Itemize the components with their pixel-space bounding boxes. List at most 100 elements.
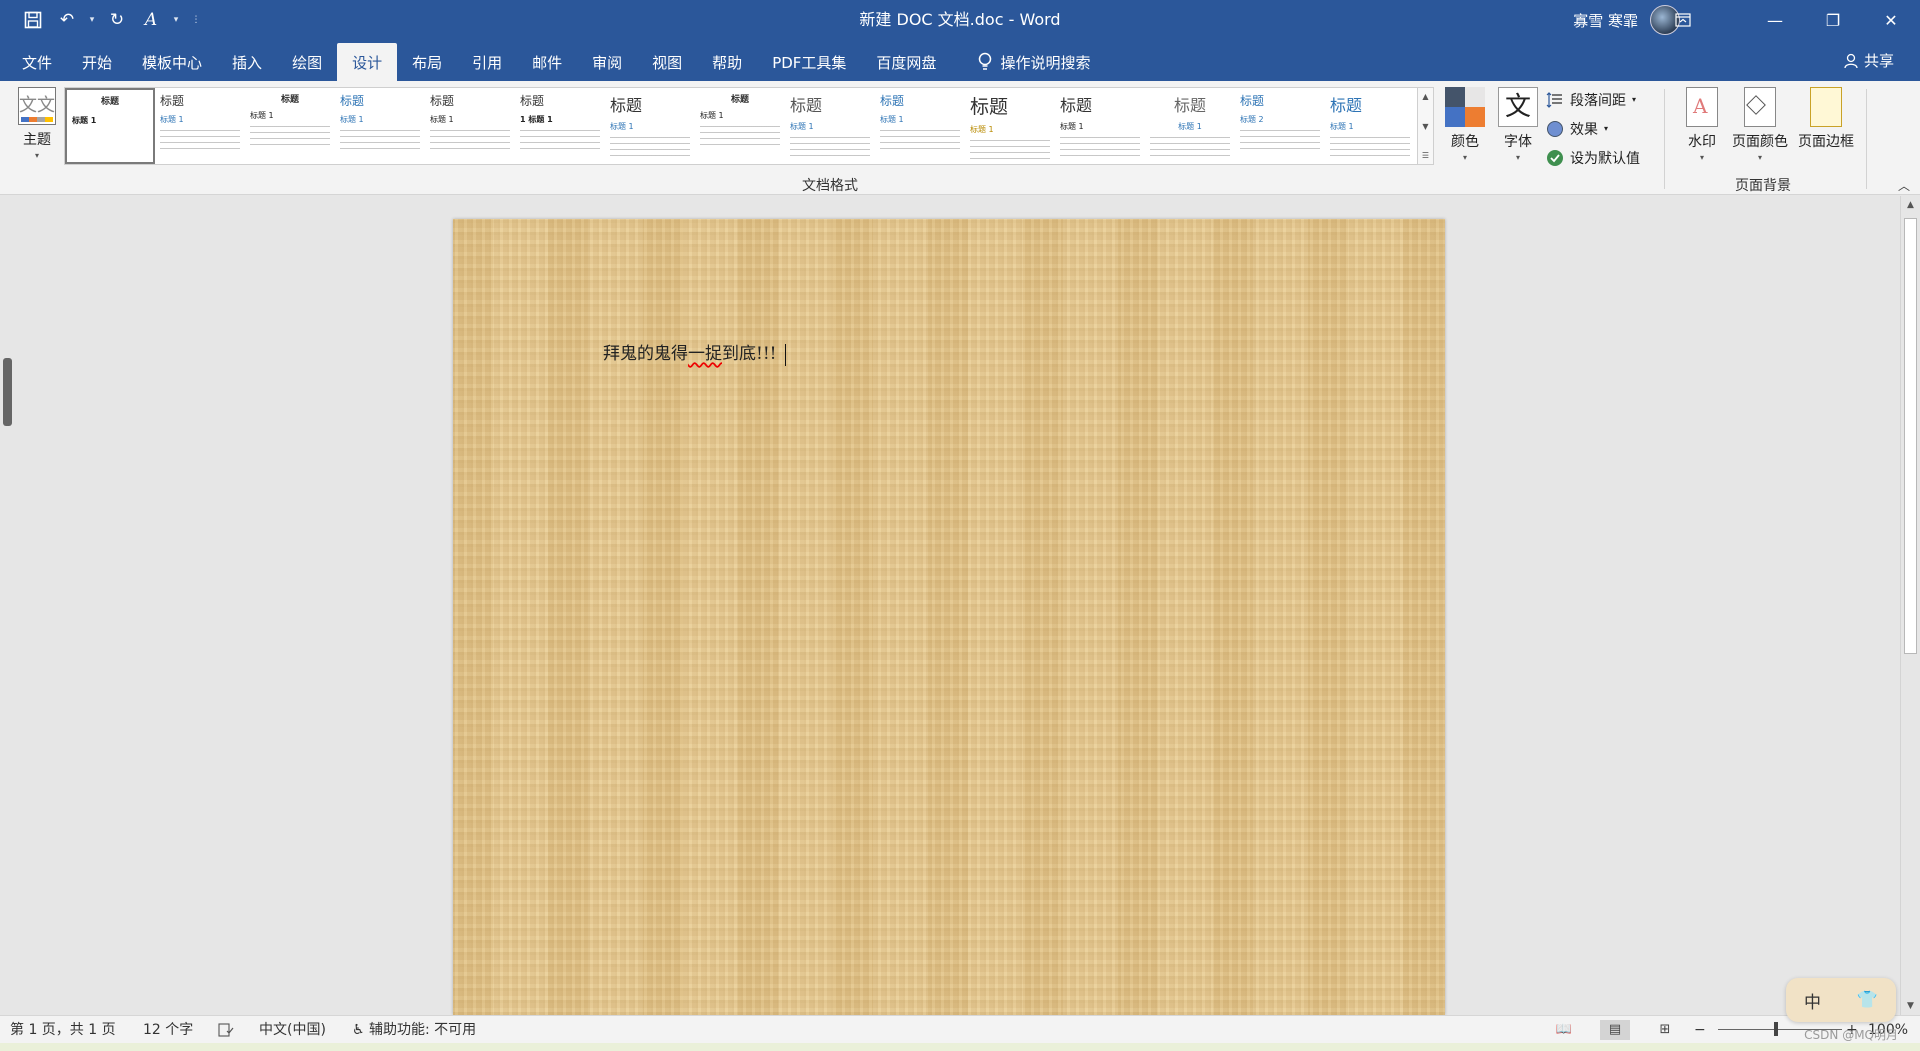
paragraph-spacing-button[interactable]: 段落间距 ▾	[1546, 87, 1640, 112]
restore-icon[interactable]: ❐	[1804, 0, 1862, 40]
undo-icon[interactable]: ↶	[52, 5, 82, 35]
scroll-down-icon[interactable]: ▼	[1901, 997, 1920, 1015]
style-set-item[interactable]: 标题 标题 1	[1325, 88, 1415, 164]
person-icon	[1844, 53, 1858, 68]
group-label-document-formatting: 文档格式	[802, 178, 858, 194]
style-preview-lines	[880, 128, 960, 152]
style-set-item[interactable]: 标题 1 标题 1	[515, 88, 605, 164]
tab-references[interactable]: 引用	[457, 43, 517, 81]
document-text[interactable]: 拜鬼的鬼得一捉到底!!!	[603, 339, 786, 366]
tab-file[interactable]: 文件	[0, 43, 67, 81]
watermark-button[interactable]: A 水印 ▾	[1680, 87, 1724, 162]
spelling-error-text[interactable]: 一捉	[688, 344, 722, 364]
effects-button[interactable]: 效果 ▾	[1546, 116, 1640, 141]
ime-widget[interactable]: 中 👕	[1786, 978, 1896, 1022]
fonts-button[interactable]: 文 字体 ▾	[1496, 87, 1540, 162]
zoom-slider-thumb[interactable]	[1774, 1022, 1778, 1036]
style-set-item[interactable]: 标题 标题 1	[695, 88, 785, 164]
page-color-icon	[1744, 87, 1776, 127]
spelling-dropdown-icon[interactable]: ▾	[170, 15, 182, 25]
scroll-up-icon[interactable]: ▲	[1422, 92, 1428, 101]
page-color-button[interactable]: 页面颜色 ▾	[1728, 87, 1792, 162]
page-count[interactable]: 第 1 页，共 1 页	[10, 1016, 116, 1044]
accessibility-icon: ♿	[352, 1022, 365, 1038]
minimize-icon[interactable]: —	[1746, 0, 1804, 40]
quick-access-toolbar: ↶ ▾ ↻ A ▾ ⋮	[18, 0, 206, 40]
tab-template-center[interactable]: 模板中心	[127, 43, 217, 81]
zoom-out-icon[interactable]: −	[1694, 1016, 1706, 1044]
web-layout-icon[interactable]: ⊞	[1650, 1020, 1680, 1040]
style-set-item[interactable]: 标题 标题 1	[965, 88, 1055, 164]
scroll-down-icon[interactable]: ▼	[1422, 122, 1428, 131]
redo-icon[interactable]: ↻	[102, 5, 132, 35]
group-label-page-background: 页面背景	[1735, 178, 1791, 194]
chevron-down-icon: ▾	[1604, 124, 1609, 133]
style-set-item[interactable]: 标题 标题 1	[1055, 88, 1145, 164]
collapse-ribbon-icon[interactable]: ︿	[1898, 177, 1910, 194]
tab-view[interactable]: 视图	[637, 43, 697, 81]
style-set-item[interactable]: 标题 标题 1	[785, 88, 875, 164]
tab-help[interactable]: 帮助	[697, 43, 757, 81]
ribbon-display-options-icon[interactable]	[1654, 0, 1712, 40]
style-preview-lines	[160, 128, 240, 152]
word-count[interactable]: 12 个字	[143, 1016, 193, 1044]
style-set-item[interactable]: 标题 标题 1	[245, 88, 335, 164]
colors-label: 颜色	[1451, 134, 1479, 150]
set-as-default-button[interactable]: 设为默认值	[1546, 145, 1640, 170]
themes-button[interactable]: 文文 主题 ▾	[12, 87, 62, 167]
tell-me-search[interactable]: 操作说明搜索	[963, 43, 1105, 81]
style-set-item[interactable]: 标题 标题 1	[875, 88, 965, 164]
share-button[interactable]: 共享	[1844, 50, 1894, 71]
chevron-down-icon: ▾	[1515, 153, 1520, 162]
vertical-scrollbar[interactable]: ▲ ▼	[1900, 196, 1920, 1015]
gallery-more-icon[interactable]: ☰	[1422, 151, 1429, 160]
tab-insert[interactable]: 插入	[217, 43, 277, 81]
ime-skin-icon[interactable]: 👕	[1857, 990, 1878, 1010]
tab-mailings[interactable]: 邮件	[517, 43, 577, 81]
tab-layout[interactable]: 布局	[397, 43, 457, 81]
style-preview-lines	[970, 138, 1050, 162]
style-set-item[interactable]: 标题 标题 1	[65, 88, 155, 164]
style-set-item[interactable]: 标题 标题 1	[155, 88, 245, 164]
tab-design[interactable]: 设计	[337, 43, 398, 81]
customize-toolbar-icon[interactable]: ⋮	[186, 15, 206, 25]
paragraph-spacing-icon	[1546, 91, 1562, 108]
style-set-item[interactable]: 标题 标题 1	[1145, 88, 1235, 164]
read-mode-icon[interactable]: 📖	[1549, 1020, 1579, 1040]
style-set-item[interactable]: 标题 标题 1	[335, 88, 425, 164]
scrollbar-thumb[interactable]	[1904, 218, 1917, 654]
tab-review[interactable]: 审阅	[577, 43, 637, 81]
document-page[interactable]: 拜鬼的鬼得一捉到底!!!	[453, 219, 1445, 1015]
close-icon[interactable]: ✕	[1862, 0, 1920, 40]
print-layout-icon[interactable]: ▤	[1600, 1020, 1630, 1040]
style-set-item[interactable]: 标题 标题 1	[605, 88, 695, 164]
undo-dropdown-icon[interactable]: ▾	[86, 15, 98, 25]
themes-icon: 文文	[18, 87, 56, 125]
style-set-item[interactable]: 标题 标题 2	[1235, 88, 1325, 164]
tab-pdf-tools[interactable]: PDF工具集	[757, 43, 861, 81]
chevron-down-icon: ▾	[1462, 153, 1467, 162]
page-borders-button[interactable]: 页面边框	[1794, 87, 1858, 151]
scroll-up-icon[interactable]: ▲	[1901, 196, 1920, 214]
spelling-icon[interactable]: A	[136, 5, 166, 35]
language-status[interactable]: 中文(中国)	[259, 1016, 326, 1044]
style-preview-lines	[610, 135, 690, 159]
ime-mode[interactable]: 中	[1804, 988, 1821, 1013]
document-canvas[interactable]: 拜鬼的鬼得一捉到底!!!	[0, 196, 1920, 1015]
page-borders-icon	[1810, 87, 1842, 127]
accessibility-status[interactable]: ♿ 辅助功能: 不可用	[352, 1016, 476, 1044]
tab-draw[interactable]: 绘图	[277, 43, 337, 81]
style-set-item[interactable]: 标题 标题 1	[425, 88, 515, 164]
colors-button[interactable]: 颜色 ▾	[1442, 87, 1488, 162]
watermark-icon: A	[1686, 87, 1718, 127]
style-preview-lines	[250, 124, 330, 148]
themes-label: 主题	[23, 132, 51, 148]
user-name: 寡雪 寒霏	[1573, 11, 1638, 30]
window-controls: — ❐ ✕	[1654, 0, 1920, 40]
tab-home[interactable]: 开始	[67, 43, 127, 81]
tab-baidu-netdisk[interactable]: 百度网盘	[861, 43, 951, 81]
proofing-icon[interactable]	[218, 1016, 234, 1044]
save-icon[interactable]	[18, 5, 48, 35]
title-bar: ↶ ▾ ↻ A ▾ ⋮ 新建 DOC 文档.doc - Word 寡雪 寒霏 —…	[0, 0, 1920, 40]
group-divider	[1866, 89, 1867, 189]
